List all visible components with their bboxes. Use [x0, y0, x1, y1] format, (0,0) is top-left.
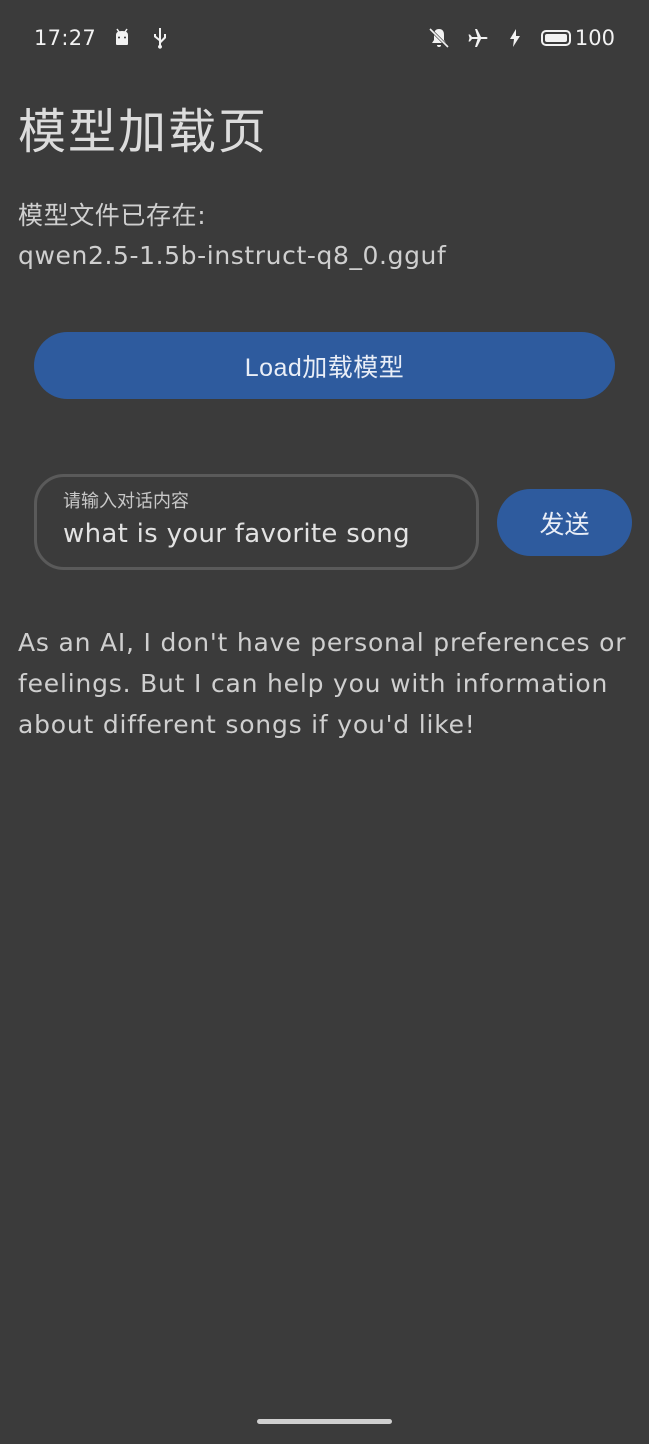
mute-icon [427, 26, 451, 50]
model-info-label: 模型文件已存在: [18, 201, 207, 230]
response-text: As an AI, I don't have personal preferen… [18, 628, 627, 739]
status-bar-left: 17:27 [34, 26, 172, 50]
send-button[interactable]: 发送 [497, 489, 632, 556]
status-bar: 17:27 100 [0, 0, 649, 76]
home-indicator[interactable] [257, 1419, 392, 1424]
charging-icon [503, 26, 527, 50]
chat-input-field[interactable]: 请输入对话内容 what is your favorite song [34, 474, 479, 570]
usb-icon [148, 26, 172, 50]
android-icon [110, 26, 134, 50]
status-bar-right: 100 [427, 26, 615, 50]
status-time: 17:27 [34, 26, 97, 50]
model-info: 模型文件已存在: qwen2.5-1.5b-instruct-q8_0.gguf [18, 196, 446, 276]
model-file-name: qwen2.5-1.5b-instruct-q8_0.gguf [18, 241, 447, 270]
battery-icon [540, 30, 571, 46]
chat-input-value[interactable]: what is your favorite song [63, 519, 476, 549]
page-title: 模型加载页 [18, 104, 269, 160]
chat-input-label: 请输入对话内容 [63, 491, 189, 512]
battery-indicator: 100 [540, 26, 615, 50]
airplane-icon [465, 26, 489, 50]
load-model-button[interactable]: Load加载模型 [34, 332, 615, 399]
battery-level: 100 [574, 26, 615, 50]
